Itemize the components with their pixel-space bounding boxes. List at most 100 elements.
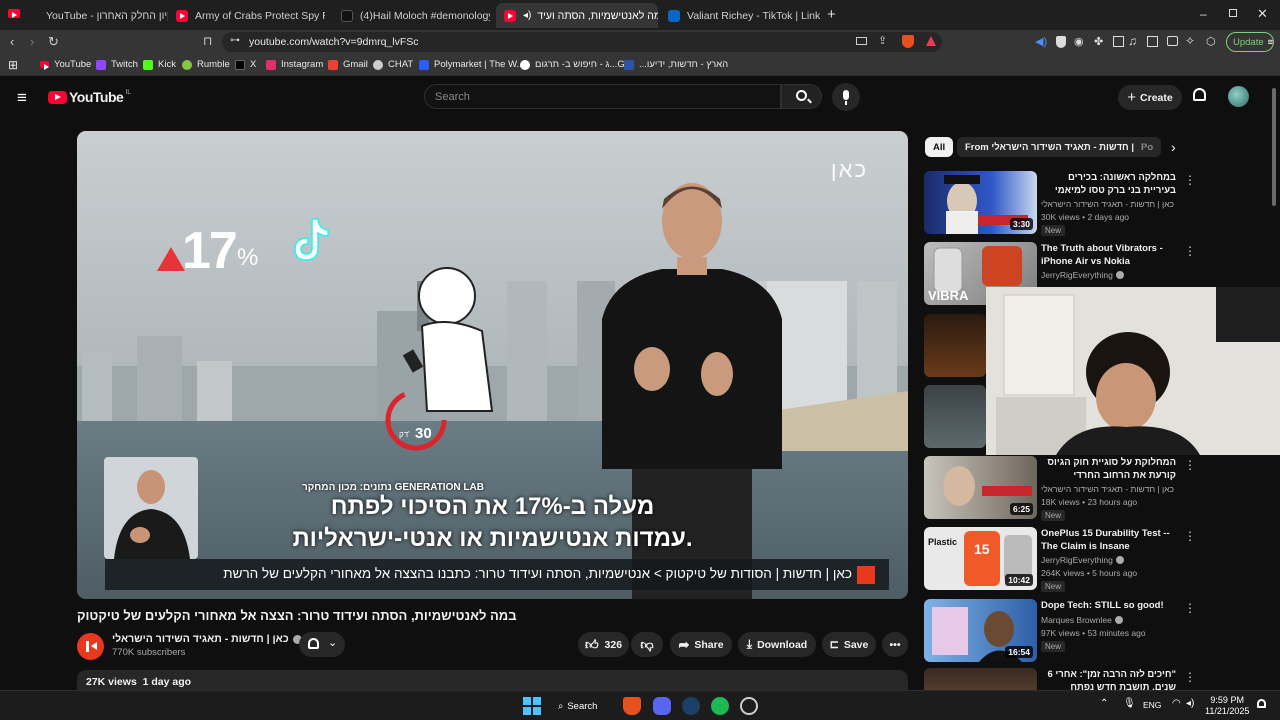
recommendation-item[interactable]: 3:30 במחלקה ראשונה: בכירים בעיריית בני ב… (924, 171, 1274, 236)
forward-icon[interactable]: › (30, 34, 34, 49)
more-vertical-icon[interactable]: ⋮ (1184, 173, 1196, 187)
bookmark-chat[interactable]: CHAT (373, 59, 413, 70)
extensions-puzzle-icon[interactable]: ✤ (1094, 35, 1103, 48)
video-player[interactable]: כאן 17 % 30 דק' נתונים: מכון המחקר GENER… (77, 131, 908, 599)
brave-shield-icon[interactable] (902, 35, 914, 48)
download-button[interactable]: ⤓ Download (738, 632, 816, 657)
chevron-right-icon[interactable]: › (1171, 139, 1176, 155)
close-window-icon[interactable]: ✕ (1257, 6, 1268, 22)
minimize-icon[interactable]: – (1200, 7, 1207, 21)
new-tab-icon[interactable]: + (827, 6, 836, 23)
bookmark-google-translate[interactable]: Go...ג - חיפוש ב- תרגום (520, 59, 630, 70)
tab-youtube-archive[interactable]: YouTube - ארקיון החלק האחרון (28, 3, 168, 28)
account-avatar[interactable] (1228, 86, 1249, 107)
discord-icon[interactable] (653, 697, 671, 715)
voice-search-button[interactable] (832, 83, 860, 111)
extension-eye-icon[interactable]: ◉ (1074, 35, 1084, 48)
extension-shield-icon[interactable] (1056, 36, 1066, 48)
windows-start-icon[interactable] (523, 697, 541, 715)
volume-icon[interactable]: ◂) (1186, 698, 1194, 709)
tab-hail-moloch[interactable]: (4)Hail Moloch #demonology #datun (333, 3, 490, 28)
back-icon[interactable]: ‹ (10, 34, 14, 49)
site-info-icon[interactable]: ⊶ (230, 35, 240, 46)
extension-box-icon[interactable] (1113, 36, 1124, 47)
language-indicator[interactable]: ENG (1143, 700, 1161, 710)
update-button[interactable]: Update ≡ (1226, 32, 1274, 52)
cast-icon[interactable] (856, 37, 867, 45)
bookmark-kick[interactable]: Kick (143, 59, 176, 70)
video-thumbnail[interactable]: 16:54 (924, 599, 1037, 662)
chip-popular[interactable]: Po (1137, 137, 1161, 157)
system-clock[interactable]: 9:59 PM 11/21/2025 (1205, 695, 1249, 717)
brave-rewards-icon[interactable] (926, 36, 936, 46)
video-thumbnail[interactable] (924, 385, 986, 448)
bookmark-rumble[interactable]: Rumble (182, 59, 230, 70)
recommendation-item[interactable]: Plastic 15 10:42 OnePlus 15 Durability T… (924, 527, 1274, 592)
vpn-icon[interactable]: ⬡ (1206, 35, 1216, 48)
share-page-icon[interactable]: ⇪ (878, 34, 887, 47)
video-thumbnail[interactable] (924, 314, 986, 377)
bookmark-youtube[interactable]: YouTube (40, 59, 91, 70)
chip-from-channel[interactable]: From כאן | חדשות - תאגיד השידור הישראלי (957, 137, 1160, 157)
more-vertical-icon[interactable]: ⋮ (1184, 244, 1196, 258)
sidebar-toggle-icon[interactable] (1147, 36, 1158, 47)
video-meta: 18K views • 23 hours ago (1041, 497, 1138, 507)
search-input[interactable]: Search (424, 84, 781, 109)
share-button[interactable]: ➦ Share (670, 632, 732, 657)
video-thumbnail[interactable]: 6:25 (924, 456, 1037, 519)
bookmark-instagram[interactable]: Instagram (266, 59, 323, 70)
bookmark-polymarket[interactable]: Polymarket | The W... (419, 59, 524, 70)
restore-icon[interactable] (1229, 9, 1237, 17)
notifications-bell-icon[interactable] (1193, 88, 1206, 101)
tab-army-of-crabs[interactable]: Army of Crabs Protect Spy Robot Fro (168, 3, 325, 28)
video-thumbnail[interactable]: Plastic 15 10:42 (924, 527, 1037, 590)
bookmark-x[interactable]: X (235, 59, 256, 70)
plus-icon: + (1127, 89, 1137, 106)
page-scrollbar[interactable] (1272, 88, 1276, 206)
video-thumbnail[interactable]: 3:30 (924, 171, 1037, 234)
apps-grid-icon[interactable]: ⊞ (8, 58, 18, 72)
app-icon[interactable] (740, 697, 758, 715)
more-vertical-icon[interactable]: ⋮ (1184, 670, 1196, 684)
dislike-button[interactable]: 👎︎ (631, 632, 663, 657)
video-thumbnail[interactable] (924, 668, 1037, 690)
leo-ai-icon[interactable]: ✧ (1185, 34, 1195, 48)
tab-active-video[interactable]: ◂) במה לאנטישמיות, הסתה ועיד ✕ (496, 3, 658, 28)
hamburger-menu-icon[interactable]: ≡ (17, 88, 27, 108)
reload-icon[interactable]: ↻ (48, 34, 59, 50)
recommendation-item[interactable]: 16:54 Dope Tech: STILL so good! Marques … (924, 599, 1274, 663)
steam-icon[interactable] (682, 697, 700, 715)
wifi-icon[interactable]: ◠ (1172, 698, 1181, 709)
search-button[interactable] (781, 84, 822, 109)
address-bar[interactable]: ⊶ youtube.com/watch?v=9dmrq_lvFSc ⇪ (222, 32, 942, 52)
chip-all[interactable]: All (925, 137, 954, 157)
tab-linkedin[interactable]: Valiant Richey - TikTok | LinkedIn (660, 3, 820, 28)
channel-name[interactable]: כאן | חדשות - תאגיד השידור הישראלי (112, 633, 302, 645)
media-icon[interactable]: ♫ (1128, 34, 1137, 48)
recommendation-item[interactable]: 6:25 המחלוקת על סוגיית חוק הגיוס קורעת א… (924, 456, 1274, 521)
save-button[interactable]: ⊏ Save (822, 632, 876, 657)
taskbar-search[interactable]: ⌕ Search (558, 696, 597, 716)
tray-mic-icon[interactable]: 🎙︎ (1123, 698, 1136, 709)
tray-chevron-up-icon[interactable]: ⌃ (1100, 698, 1108, 709)
channel-avatar[interactable] (77, 633, 104, 660)
bookmark-twitch[interactable]: Twitch (96, 59, 138, 70)
extension-audio-icon[interactable]: ◀) (1035, 35, 1047, 48)
spotify-icon[interactable] (711, 697, 729, 715)
subscription-bell-button[interactable]: ⌄ (299, 632, 345, 657)
wallet-icon[interactable] (1167, 36, 1178, 46)
bookmark-icon[interactable]: ⊓ (203, 34, 212, 48)
youtube-logo[interactable]: YouTube IL (48, 89, 131, 105)
recommendation-item[interactable]: "חיכים לזה הרבה זמן": אחרי 6 שנים, תושבת… (924, 668, 1274, 690)
more-vertical-icon[interactable]: ⋮ (1184, 529, 1196, 543)
more-vertical-icon[interactable]: ⋮ (1184, 458, 1196, 472)
more-vertical-icon[interactable]: ⋮ (1184, 601, 1196, 615)
notification-bell-icon[interactable] (1257, 699, 1266, 708)
more-actions-button[interactable]: ••• (882, 632, 908, 657)
bookmark-haaretz[interactable]: הארץ - חדשות, ידיעו... (624, 59, 728, 70)
browser-menu-icon[interactable] (8, 9, 22, 20)
create-button[interactable]: + Create (1118, 85, 1182, 110)
like-button[interactable]: 👍︎ 326 (578, 632, 629, 657)
brave-browser-icon[interactable] (623, 697, 641, 715)
bookmark-gmail[interactable]: Gmail (328, 59, 368, 70)
